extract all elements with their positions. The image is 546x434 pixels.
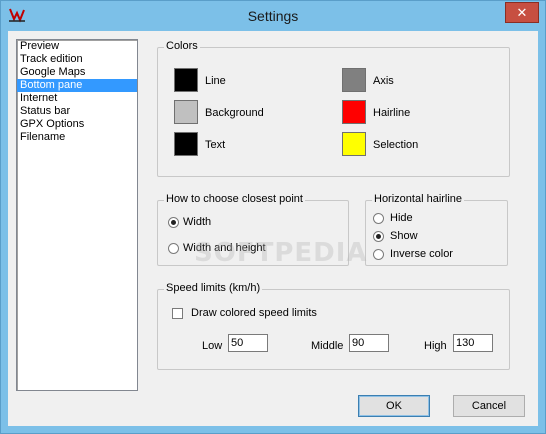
low-speed-input[interactable]	[228, 334, 268, 352]
selection-color-label: Selection	[373, 139, 419, 151]
axis-color-swatch[interactable]	[342, 68, 366, 92]
closest-point-legend: How to choose closest point	[164, 193, 305, 205]
line-color-swatch[interactable]	[174, 68, 198, 92]
axis-color-label: Axis	[373, 75, 394, 87]
line-color-label: Line	[205, 75, 226, 87]
cancel-button[interactable]: Cancel	[453, 395, 525, 417]
horizontal-hairline-legend: Horizontal hairline	[372, 193, 465, 205]
background-color-label: Background	[205, 107, 264, 119]
text-color-swatch[interactable]	[174, 132, 198, 156]
close-icon: ✕	[516, 4, 528, 20]
radio-inverse-color[interactable]	[373, 249, 384, 260]
list-item-filename[interactable]: Filename	[17, 131, 137, 144]
list-item-status-bar[interactable]: Status bar	[17, 105, 137, 118]
list-item-gpx-options[interactable]: GPX Options	[17, 118, 137, 131]
dialog-body: Preview Track edition Google Maps Bottom…	[8, 31, 538, 426]
speed-limits-group: Speed limits (km/h) Draw colored speed l…	[157, 282, 510, 370]
high-label: High	[424, 340, 447, 352]
list-item-bottom-pane[interactable]: Bottom pane	[17, 79, 137, 92]
window-title: Settings	[247, 8, 299, 24]
low-label: Low	[202, 340, 223, 352]
settings-category-list[interactable]: Preview Track edition Google Maps Bottom…	[16, 39, 138, 391]
background-color-swatch[interactable]	[174, 100, 198, 124]
speed-limits-legend: Speed limits (km/h)	[164, 282, 263, 294]
title-bar[interactable]: Settings ✕	[1, 1, 545, 31]
radio-width[interactable]	[168, 217, 179, 228]
list-item-google-maps[interactable]: Google Maps	[17, 66, 137, 79]
colors-group: Colors Line Background Text Axis Hairlin…	[157, 40, 510, 177]
draw-speed-limits-label[interactable]: Draw colored speed limits	[191, 307, 317, 319]
draw-speed-limits-checkbox[interactable]	[172, 308, 183, 319]
ok-button[interactable]: OK	[358, 395, 430, 417]
radio-width-and-height[interactable]	[168, 243, 179, 254]
radio-show-label[interactable]: Show	[390, 230, 418, 242]
radio-inverse-color-label[interactable]: Inverse color	[390, 248, 453, 260]
high-speed-input[interactable]	[453, 334, 493, 352]
list-item-track-edition[interactable]: Track edition	[17, 53, 137, 66]
middle-label: Middle	[311, 340, 344, 352]
radio-hide-label[interactable]: Hide	[390, 212, 413, 224]
radio-hide[interactable]	[373, 213, 384, 224]
middle-speed-input[interactable]	[349, 334, 389, 352]
radio-show[interactable]	[373, 231, 384, 242]
horizontal-hairline-group: Horizontal hairline Hide Show Inverse co…	[365, 193, 508, 266]
colors-legend: Colors	[164, 40, 200, 52]
list-item-preview[interactable]: Preview	[17, 40, 137, 53]
text-color-label: Text	[205, 139, 226, 151]
list-item-internet[interactable]: Internet	[17, 92, 137, 105]
settings-dialog: Settings ✕ Preview Track edition Google …	[0, 0, 546, 434]
close-button[interactable]: ✕	[505, 2, 539, 23]
hairline-color-label: Hairline	[373, 107, 411, 119]
selection-color-swatch[interactable]	[342, 132, 366, 156]
hairline-color-swatch[interactable]	[342, 100, 366, 124]
radio-width-label[interactable]: Width	[183, 216, 211, 228]
softpedia-watermark: SOFTPEDIA	[194, 238, 368, 268]
